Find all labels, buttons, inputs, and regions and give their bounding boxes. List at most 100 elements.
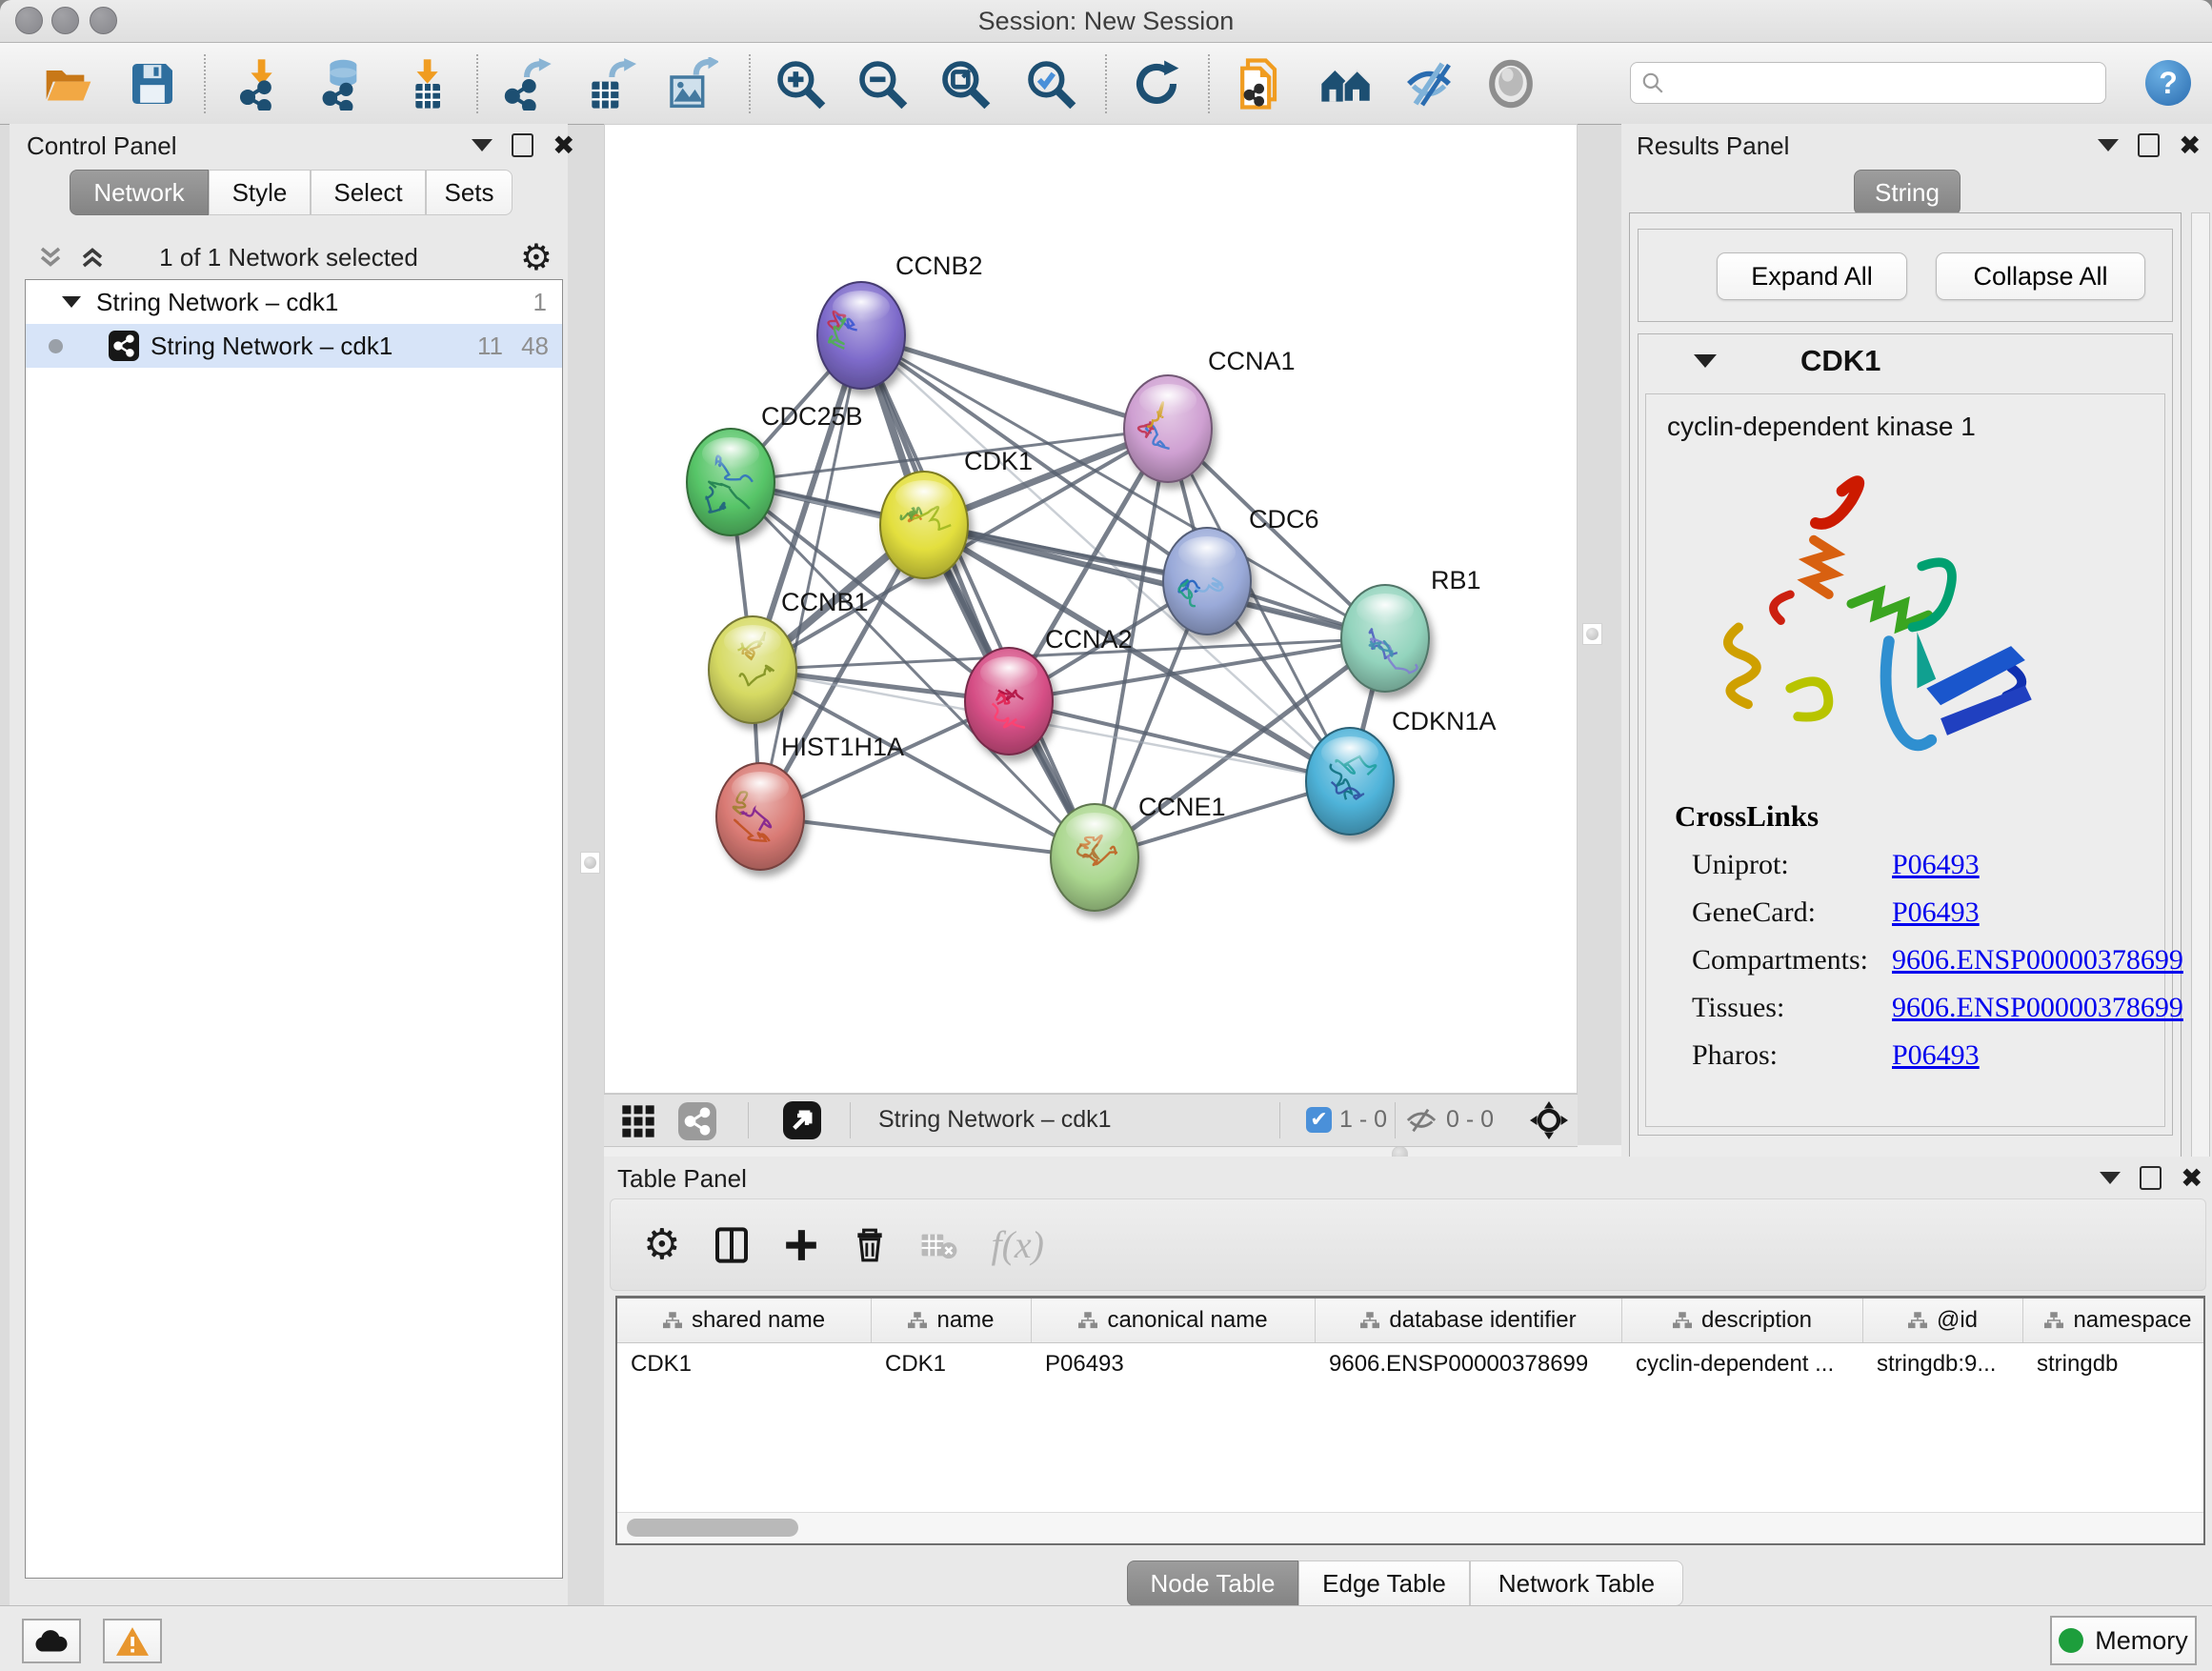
gene-section: CDK1 cyclin-dependent kinase 1 [1638,333,2173,1136]
column-header-namespace[interactable]: namespace [2023,1299,2205,1342]
tab-sets[interactable]: Sets [426,170,513,215]
node-table: shared namenamecanonical namedatabase id… [615,1296,2205,1545]
collapse-section-icon[interactable] [1694,354,1717,368]
delete-column-icon[interactable] [852,1227,888,1263]
import-network-file-icon[interactable] [234,57,288,111]
results-scrollbar[interactable] [2191,212,2210,1229]
column-header--id[interactable]: @id [1863,1299,2023,1342]
maximize-panel-icon[interactable] [2140,1166,2162,1190]
search-icon [1640,70,1665,95]
glasses-slash-icon[interactable] [1402,57,1456,111]
tab-string[interactable]: String [1854,170,1961,215]
glass-ball-icon[interactable] [1484,57,1538,111]
import-table-icon[interactable] [400,57,453,111]
cloud-button[interactable] [22,1619,81,1663]
node-CCNB2[interactable]: CCNB2 [817,252,983,389]
tab-network-table[interactable]: Network Table [1470,1560,1683,1606]
search-field[interactable] [1630,62,2106,104]
float-panel-icon[interactable] [2100,1172,2121,1184]
separator [850,1102,851,1138]
node-CDKN1A[interactable]: CDKN1A [1306,707,1497,835]
crosslink-compartments[interactable]: 9606.ENSP00000378699 [1892,944,2183,976]
zoom-selected-icon[interactable] [1024,57,1077,111]
close-panel-icon[interactable]: ✖ [553,135,574,156]
crosslink-pharos[interactable]: P06493 [1892,1039,1980,1072]
column-header-shared-name[interactable]: shared name [617,1299,872,1342]
string-document-icon[interactable] [1235,57,1288,111]
crosshair-icon[interactable] [1530,1101,1568,1139]
column-header-description[interactable]: description [1622,1299,1863,1342]
right-splitter-handle[interactable] [1582,623,1602,645]
crosslink-uniprot[interactable]: P06493 [1892,849,1980,881]
memory-label: Memory [2095,1626,2188,1656]
zoom-in-icon[interactable] [774,57,827,111]
birdseye-icon[interactable] [783,1101,821,1139]
help-icon[interactable]: ? [2145,60,2191,106]
network-edge[interactable] [861,335,1095,857]
float-panel-icon[interactable] [472,139,493,151]
search-input[interactable] [1665,69,2079,97]
left-splitter-handle[interactable] [580,852,600,874]
scrollbar-thumb[interactable] [627,1519,798,1537]
export-network-icon[interactable] [500,57,553,111]
crosslink-genecard[interactable]: P06493 [1892,896,1980,929]
tab-node-table[interactable]: Node Table [1127,1560,1298,1606]
node-RB1[interactable]: RB1 [1341,566,1481,692]
expand-all-button[interactable]: Expand All [1717,252,1907,300]
memory-button[interactable]: Memory [2050,1616,2197,1665]
column-header-name[interactable]: name [872,1299,1032,1342]
tree-expander-icon[interactable] [62,296,81,308]
network-edge[interactable] [1009,701,1350,781]
crosslink-tissues[interactable]: 9606.ENSP00000378699 [1892,992,2183,1024]
close-panel-icon[interactable]: ✖ [2181,1168,2202,1189]
refresh-layout-icon[interactable] [1130,57,1183,111]
maximize-panel-icon[interactable] [2138,133,2160,157]
gear-icon[interactable]: ⚙ [643,1220,680,1269]
close-panel-icon[interactable]: ✖ [2179,135,2201,156]
node-CCNE1[interactable]: CCNE1 [1051,793,1226,911]
grid-icon[interactable] [619,1102,657,1140]
node-CCNB1[interactable]: CCNB1 [709,588,869,723]
columns-icon[interactable] [713,1226,751,1264]
export-image-icon[interactable] [665,57,718,111]
zoom-out-icon[interactable] [855,57,909,111]
tab-select[interactable]: Select [311,170,426,215]
houses-icon[interactable] [1319,57,1373,111]
warning-button[interactable] [103,1619,162,1663]
table-horizontal-scrollbar[interactable] [617,1512,2203,1543]
cloud-icon [34,1629,69,1654]
open-session-icon[interactable] [42,57,95,111]
zoom-fit-icon[interactable] [938,57,992,111]
network-collection-row[interactable]: String Network – cdk1 1 [26,280,562,324]
share-icon[interactable] [678,1102,716,1140]
tab-edge-table[interactable]: Edge Table [1298,1560,1470,1606]
checkbox-icon[interactable]: ✔ [1306,1107,1332,1133]
network-edge[interactable] [861,335,1168,429]
maximize-panel-icon[interactable] [512,133,533,157]
import-network-database-icon[interactable] [314,57,368,111]
network-edge[interactable] [760,816,1095,857]
network-canvas[interactable]: CCNB2CCNA1CDC25BCDK1CDC6RB1CCNB1CCNA2CDK… [605,125,1577,1093]
save-session-icon[interactable] [126,57,179,111]
tab-network[interactable]: Network [70,170,209,215]
node-CCNA1[interactable]: CCNA1 [1124,347,1296,482]
function-icon[interactable]: f(x) [991,1222,1044,1267]
eye-slash-icon[interactable] [1405,1106,1438,1135]
add-column-icon[interactable] [783,1227,819,1263]
table-row[interactable]: CDK1CDK1P064939606.ENSP00000378699cyclin… [617,1343,2203,1385]
gene-header[interactable]: CDK1 [1639,334,2172,388]
control-panel: Control Panel ✖ Network Style Select Set… [10,124,568,1605]
network-view[interactable]: CCNB2CCNA1CDC25BCDK1CDC6RB1CCNB1CCNA2CDK… [604,124,1578,1094]
table-delete-icon[interactable] [920,1229,958,1261]
column-header-database-identifier[interactable]: database identifier [1316,1299,1622,1342]
network-row[interactable]: String Network – cdk1 11 48 [26,324,562,368]
node-label: CCNA1 [1208,347,1296,375]
column-header-canonical-name[interactable]: canonical name [1032,1299,1316,1342]
collapse-all-button[interactable]: Collapse All [1936,252,2145,300]
node-HIST1H1A[interactable]: HIST1H1A [716,733,904,870]
float-panel-icon[interactable] [2098,139,2119,151]
gear-icon[interactable]: ⚙ [520,243,553,272]
export-table-icon[interactable] [583,57,636,111]
selected-count: 1 - 0 [1339,1106,1387,1134]
tab-style[interactable]: Style [209,170,311,215]
